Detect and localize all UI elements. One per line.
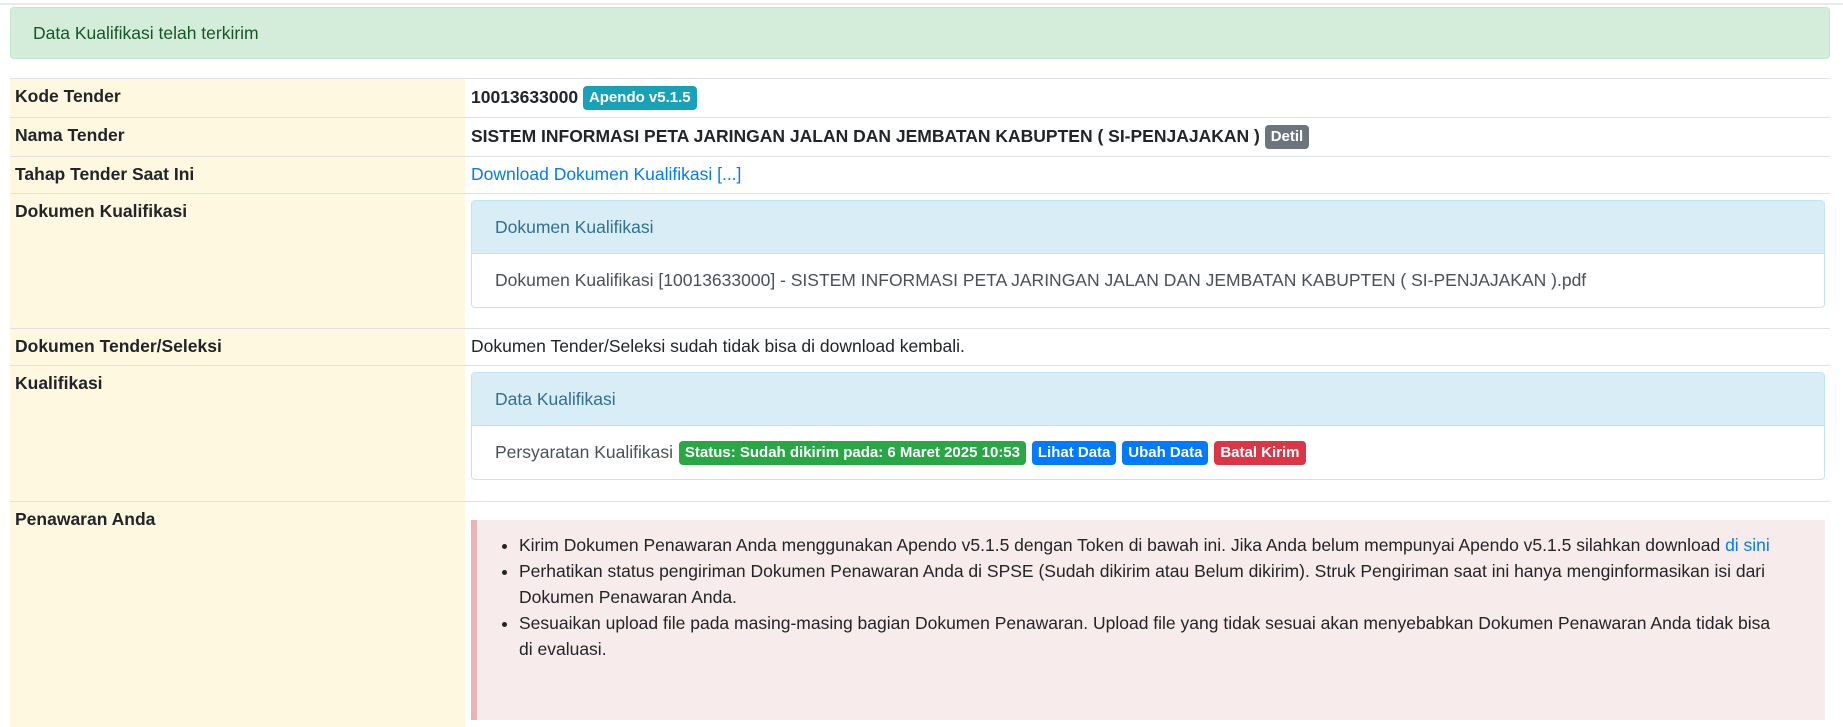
batal-kirim-button[interactable]: Batal Kirim	[1214, 441, 1305, 465]
label-kualifikasi: Kualifikasi	[10, 366, 465, 502]
instruction-text-1: Kirim Dokumen Penawaran Anda menggunakan…	[519, 535, 1725, 555]
row-tahap-tender: Tahap Tender Saat Ini Download Dokumen K…	[10, 157, 1830, 194]
label-penawaran: Penawaran Anda	[10, 502, 465, 727]
kode-tender-value: 10013633000	[471, 87, 578, 107]
status-badge: Status: Sudah dikirim pada: 6 Maret 2025…	[679, 441, 1026, 465]
tender-info-table: Kode Tender 10013633000 Apendo v5.1.5 Na…	[10, 78, 1830, 727]
row-dokumen-kualifikasi: Dokumen Kualifikasi Dokumen Kualifikasi …	[10, 194, 1830, 329]
label-nama-tender: Nama Tender	[10, 118, 465, 157]
data-kualifikasi-panel-body: Persyaratan Kualifikasi Status: Sudah di…	[472, 426, 1824, 479]
download-apendo-link[interactable]: di sini	[1725, 535, 1770, 555]
data-kualifikasi-panel-title: Data Kualifikasi	[472, 373, 1824, 426]
ubah-data-button[interactable]: Ubah Data	[1122, 441, 1208, 465]
label-dokumen-kualifikasi: Dokumen Kualifikasi	[10, 194, 465, 329]
dokumen-kualifikasi-panel: Dokumen Kualifikasi Dokumen Kualifikasi …	[471, 200, 1825, 308]
row-kode-tender: Kode Tender 10013633000 Apendo v5.1.5	[10, 79, 1830, 118]
download-dokumen-kualifikasi-link[interactable]: Download Dokumen Kualifikasi [...]	[471, 164, 741, 184]
instruction-list: Kirim Dokumen Penawaran Anda menggunakan…	[499, 532, 1775, 662]
value-kode-tender: 10013633000 Apendo v5.1.5	[465, 79, 1830, 118]
value-penawaran: Kirim Dokumen Penawaran Anda menggunakan…	[465, 502, 1830, 727]
row-kualifikasi: Kualifikasi Data Kualifikasi Persyaratan…	[10, 366, 1830, 502]
value-nama-tender: SISTEM INFORMASI PETA JARINGAN JALAN DAN…	[465, 118, 1830, 157]
row-penawaran: Penawaran Anda Kirim Dokumen Penawaran A…	[10, 502, 1830, 727]
instruction-item: Perhatikan status pengiriman Dokumen Pen…	[519, 558, 1775, 610]
lihat-data-button[interactable]: Lihat Data	[1032, 441, 1117, 465]
value-tahap-tender: Download Dokumen Kualifikasi [...]	[465, 157, 1830, 194]
apendo-version-badge: Apendo v5.1.5	[583, 86, 697, 110]
dokumen-kualifikasi-panel-title: Dokumen Kualifikasi	[472, 201, 1824, 254]
row-dokumen-tender: Dokumen Tender/Seleksi Dokumen Tender/Se…	[10, 329, 1830, 366]
persyaratan-kualifikasi-label: Persyaratan Kualifikasi	[495, 442, 673, 462]
value-dokumen-kualifikasi: Dokumen Kualifikasi Dokumen Kualifikasi …	[465, 194, 1830, 329]
row-nama-tender: Nama Tender SISTEM INFORMASI PETA JARING…	[10, 118, 1830, 157]
label-dokumen-tender: Dokumen Tender/Seleksi	[10, 329, 465, 366]
data-kualifikasi-panel: Data Kualifikasi Persyaratan Kualifikasi…	[471, 372, 1825, 480]
value-kualifikasi: Data Kualifikasi Persyaratan Kualifikasi…	[465, 366, 1830, 502]
top-divider	[0, 3, 1843, 5]
success-alert-message: Data Kualifikasi telah terkirim	[33, 23, 259, 43]
value-dokumen-tender: Dokumen Tender/Seleksi sudah tidak bisa …	[465, 329, 1830, 366]
dokumen-kualifikasi-file[interactable]: Dokumen Kualifikasi [10013633000] - SIST…	[472, 254, 1824, 307]
label-tahap-tender: Tahap Tender Saat Ini	[10, 157, 465, 194]
detil-button[interactable]: Detil	[1265, 125, 1310, 149]
instruction-item: Sesuaikan upload file pada masing-masing…	[519, 610, 1775, 662]
penawaran-instructions: Kirim Dokumen Penawaran Anda menggunakan…	[471, 520, 1825, 720]
nama-tender-value: SISTEM INFORMASI PETA JARINGAN JALAN DAN…	[471, 126, 1260, 146]
label-kode-tender: Kode Tender	[10, 79, 465, 118]
page: Data Kualifikasi telah terkirim Kode Ten…	[0, 0, 1843, 684]
success-alert: Data Kualifikasi telah terkirim	[10, 7, 1830, 59]
instruction-item: Kirim Dokumen Penawaran Anda menggunakan…	[519, 532, 1775, 558]
